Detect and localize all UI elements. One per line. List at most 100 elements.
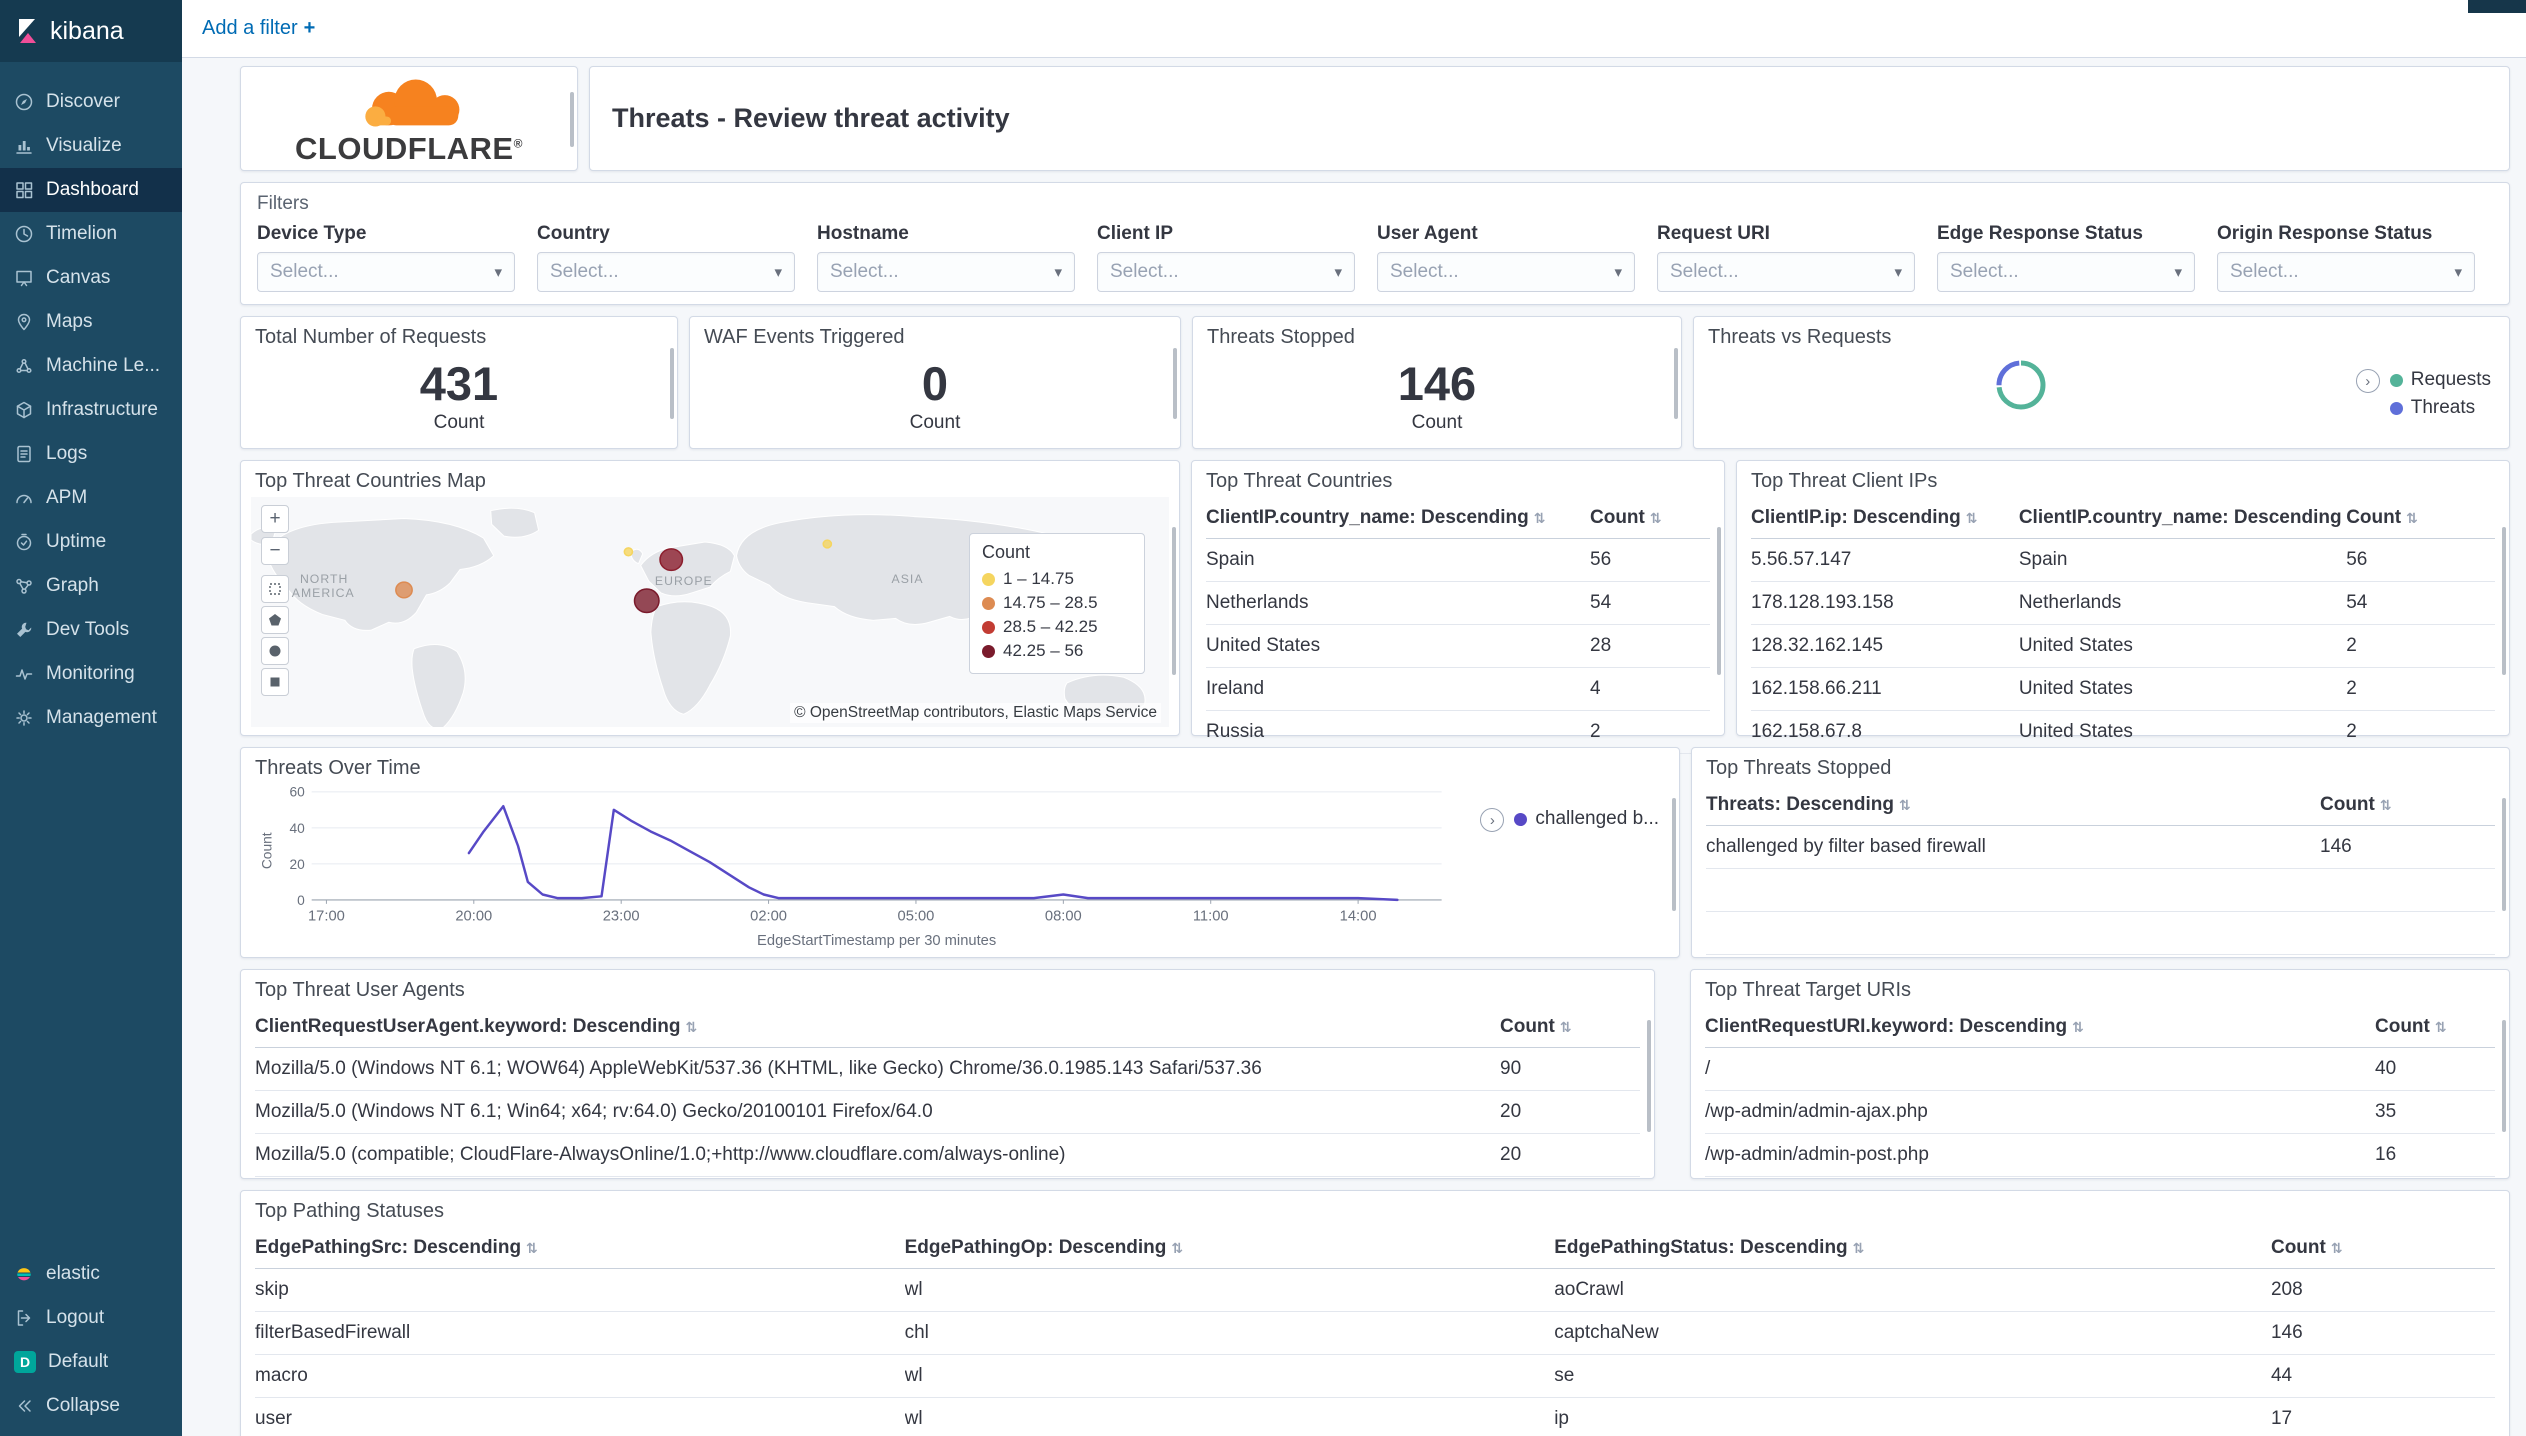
- cell: 4: [1500, 1176, 1640, 1178]
- metric-threats-stopped: Threats Stopped 146 Count: [1192, 316, 1682, 449]
- panel-scrollbar[interactable]: [1173, 348, 1177, 420]
- request-uri-select[interactable]: Select... ▾: [1657, 252, 1915, 292]
- panel-title: Top Threat Client IPs: [1751, 470, 1938, 492]
- panel-scrollbar[interactable]: [2502, 1019, 2506, 1133]
- zoom-out-button[interactable]: −: [261, 537, 289, 565]
- panel-scrollbar[interactable]: [1674, 348, 1678, 420]
- sidebar-item-default[interactable]: D Default: [0, 1340, 182, 1384]
- column-header[interactable]: Count ⇅: [2270, 1228, 2495, 1269]
- sidebar-item-management[interactable]: Management: [0, 696, 182, 740]
- kibana-brand[interactable]: kibana: [0, 0, 182, 62]
- client-ip-select[interactable]: Select... ▾: [1097, 252, 1355, 292]
- table-row: macro wl se 44: [255, 1354, 2495, 1398]
- legend-item-challenged[interactable]: challenged b...: [1514, 808, 1659, 830]
- sidebar-item-apm[interactable]: APM: [0, 476, 182, 520]
- map-bubble[interactable]: [822, 539, 833, 549]
- panel-scrollbar[interactable]: [1672, 798, 1676, 912]
- world-map[interactable]: NORTH AMERICA EUROPE ASIA + − Count 1 – …: [251, 497, 1169, 727]
- sidebar-item-uptime[interactable]: Uptime: [0, 520, 182, 564]
- column-header[interactable]: ClientRequestURI.keyword: Descending ⇅: [1705, 1007, 2375, 1048]
- panel-scrollbar[interactable]: [1172, 526, 1176, 675]
- sort-icon: ⇅: [1649, 510, 1662, 526]
- sidebar-item-dashboard[interactable]: Dashboard: [0, 168, 182, 212]
- column-header[interactable]: ClientIP.country_name: Descending⇅: [1206, 498, 1590, 539]
- draw-polygon-tool-icon[interactable]: [261, 606, 289, 634]
- filter-label: Origin Response Status: [2217, 223, 2433, 244]
- user-agent-select[interactable]: Select... ▾: [1377, 252, 1635, 292]
- sidebar-item-discover[interactable]: Discover: [0, 80, 182, 124]
- brand-text: kibana: [50, 16, 124, 45]
- legend-swatch: [982, 596, 995, 610]
- svg-text:20:00: 20:00: [455, 909, 492, 925]
- chevron-down-icon: ▾: [1334, 264, 1342, 281]
- origin-response-status-select[interactable]: Select... ▾: [2217, 252, 2475, 292]
- sidebar-item-dev-tools[interactable]: Dev Tools: [0, 608, 182, 652]
- column-header[interactable]: ClientIP.country_name: Descending⇅: [2018, 498, 2347, 539]
- cell: 20: [1500, 1133, 1640, 1177]
- zoom-in-button[interactable]: +: [261, 505, 289, 533]
- legend-item-requests[interactable]: Requests: [2389, 369, 2491, 391]
- sidebar-item-visualize[interactable]: Visualize: [0, 124, 182, 168]
- cell: Mozilla/5.0 (Windows NT 6.1; Win64; x64;…: [255, 1090, 1500, 1134]
- sidebar-item-timelion[interactable]: Timelion: [0, 212, 182, 256]
- draw-bounds-tool-icon[interactable]: [261, 575, 289, 603]
- sidebar-item-infrastructure[interactable]: Infrastructure: [0, 388, 182, 432]
- map-bubble[interactable]: [659, 548, 684, 572]
- legend-item-threats[interactable]: Threats: [2389, 397, 2491, 419]
- column-header[interactable]: Count ⇅: [1590, 498, 1710, 539]
- column-header[interactable]: ClientRequestUserAgent.keyword: Descendi…: [255, 1007, 1500, 1048]
- sidebar-item-canvas[interactable]: Canvas: [0, 256, 182, 300]
- map-zoom-controls: + −: [261, 505, 289, 565]
- sidebar-item-label: Uptime: [46, 531, 107, 552]
- panel-scrollbar[interactable]: [670, 348, 674, 420]
- select-value: Select...: [2230, 261, 2299, 282]
- panel-scrollbar[interactable]: [570, 91, 574, 148]
- panel-scrollbar[interactable]: [2502, 798, 2506, 912]
- column-header[interactable]: Count ⇅: [2375, 1007, 2495, 1048]
- cell: Spain: [1206, 538, 1590, 582]
- agents-row: Top Threat User Agents ClientRequestUser…: [240, 969, 2510, 1179]
- map-attribution[interactable]: © OpenStreetMap contributors, Elastic Ma…: [790, 703, 1161, 723]
- sidebar-item-elastic[interactable]: elastic: [0, 1252, 182, 1296]
- svg-text:20: 20: [290, 857, 306, 872]
- sidebar-item-graph[interactable]: Graph: [0, 564, 182, 608]
- column-header[interactable]: Count ⇅: [2320, 785, 2495, 826]
- hostname-select[interactable]: Select... ▾: [817, 252, 1075, 292]
- sidebar-item-collapse[interactable]: Collapse: [0, 1384, 182, 1428]
- table-row: challenged by filter based firewall 146: [1706, 825, 2495, 869]
- cell: United States: [2018, 667, 2347, 711]
- column-header[interactable]: EdgePathingOp: Descending ⇅: [904, 1228, 1555, 1269]
- panel-scrollbar[interactable]: [1647, 1019, 1651, 1133]
- legend-toggle-icon[interactable]: ›: [1480, 808, 1505, 832]
- country-select[interactable]: Select... ▾: [537, 252, 795, 292]
- device-type-select[interactable]: Select... ▾: [257, 252, 515, 292]
- table-row: 128.32.162.145 United States 2: [1751, 624, 2495, 668]
- sidebar-item-machine-le[interactable]: Machine Le...: [0, 344, 182, 388]
- column-header[interactable]: Threats: Descending ⇅: [1706, 785, 2320, 826]
- cell: captchaNew: [1554, 1311, 2271, 1355]
- draw-rect-tool-icon[interactable]: [261, 668, 289, 696]
- map-legend: Count 1 – 14.75 14.75 – 28.5 28.5 – 42.25 4…: [969, 533, 1145, 674]
- sidebar-item-maps[interactable]: Maps: [0, 300, 182, 344]
- map-bubble[interactable]: [633, 588, 660, 614]
- draw-circle-tool-icon[interactable]: [261, 637, 289, 665]
- timelion-icon: [14, 224, 34, 244]
- map-label-europe: EUROPE: [655, 574, 713, 588]
- filter-label: Country: [537, 223, 610, 244]
- add-filter-button[interactable]: Add a filter +: [202, 17, 315, 40]
- select-value: Select...: [1950, 261, 2019, 282]
- map-bubble[interactable]: [395, 581, 413, 599]
- panel-scrollbar[interactable]: [2502, 526, 2506, 675]
- panel-scrollbar[interactable]: [1717, 526, 1721, 675]
- column-header[interactable]: EdgePathingSrc: Descending ⇅: [255, 1228, 905, 1269]
- sidebar-item-logs[interactable]: Logs: [0, 432, 182, 476]
- column-header[interactable]: Count ⇅: [2346, 498, 2495, 539]
- column-header[interactable]: ClientIP.ip: Descending ⇅: [1751, 498, 2019, 539]
- column-header[interactable]: EdgePathingStatus: Descending ⇅: [1554, 1228, 2271, 1269]
- sidebar-item-monitoring[interactable]: Monitoring: [0, 652, 182, 696]
- legend-toggle-icon[interactable]: ›: [2355, 369, 2380, 393]
- edge-response-status-select[interactable]: Select... ▾: [1937, 252, 2195, 292]
- column-header[interactable]: Count ⇅: [1500, 1007, 1640, 1048]
- map-bubble[interactable]: [623, 547, 634, 557]
- sidebar-item-logout[interactable]: Logout: [0, 1296, 182, 1340]
